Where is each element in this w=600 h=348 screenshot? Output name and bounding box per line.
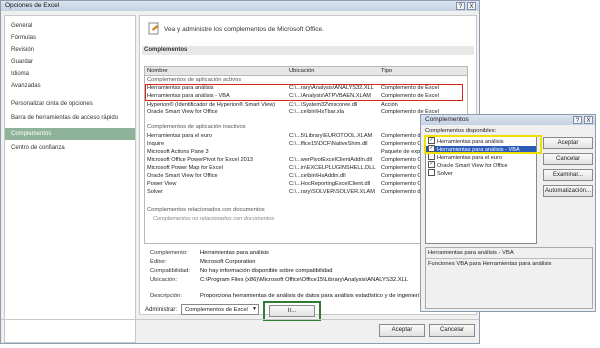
manage-select-value: Complementos de Excel — [185, 307, 248, 313]
table-row[interactable]: Inquire C:\...ffice15\DCF\NativeShim.dll… — [147, 141, 465, 148]
sidebar-item-revision[interactable]: Revisión — [5, 44, 135, 56]
accept-button[interactable]: Aceptar — [379, 324, 425, 337]
checkbox[interactable] — [428, 153, 435, 160]
list-item-label: Herramientas para el euro — [437, 154, 502, 161]
window-title: Opciones de Excel — [5, 2, 60, 9]
row-name: Inquire — [147, 141, 165, 147]
table-row[interactable]: Oracle Smart View for Office C:\...ce\bi… — [147, 173, 465, 180]
detail-label-editor: Editor: — [150, 259, 167, 265]
list-item[interactable]: ✓ Oracle Smart View for Office — [428, 161, 508, 169]
sidebar-item-centro-confianza[interactable]: Centro de confianza — [5, 142, 135, 154]
table-row[interactable]: Solver C:\...rary\SOLVER\SOLVER.XLAM Com… — [147, 189, 465, 196]
excel-options-window: Opciones de Excel ? X General Fórmulas R… — [0, 0, 480, 344]
sidebar-item-avanzadas[interactable]: Avanzadas — [5, 80, 135, 92]
dialog-cancel-button[interactable]: Cancelar — [543, 153, 593, 165]
col-type[interactable]: Tipo — [381, 68, 392, 74]
detail-label-descripcion: Descripción: — [150, 293, 182, 299]
row-name: Power View — [147, 181, 177, 187]
group-inactive: Complementos de aplicación inactivos — [147, 124, 246, 130]
sidebar-item-idioma[interactable]: Idioma — [5, 68, 135, 80]
detail-label-compat: Compatibilidad: — [150, 268, 190, 274]
description-box: Herramientas para análisis - VBA Funcion… — [425, 247, 593, 309]
col-name[interactable]: Nombre — [147, 68, 168, 74]
row-location: C:\...5\Library\EUROTOOL.XLAM — [289, 133, 373, 139]
row-location: C:\...rary\SOLVER\SOLVER.XLAM — [289, 189, 375, 195]
dialog-title: Complementos — [425, 116, 469, 123]
table-row[interactable]: Herramientas para el euro C:\...5\Librar… — [147, 133, 465, 140]
col-location[interactable]: Ubicación — [289, 68, 314, 74]
row-type: Acción — [381, 102, 398, 108]
dialog-accept-button[interactable]: Aceptar — [543, 137, 593, 149]
detail-label-complemento: Complemento: — [150, 250, 188, 256]
detail-label-ubicacion: Ubicación: — [150, 277, 178, 283]
list-item-label: Oracle Smart View for Office — [437, 162, 508, 169]
row-location: C:\...HocReportingExcelClient.dll — [289, 181, 371, 187]
table-row[interactable]: Microsoft Office PowerPivot for Excel 20… — [147, 157, 465, 164]
chevron-down-icon: ▼ — [252, 306, 257, 312]
go-button[interactable]: Ir... — [269, 305, 315, 317]
detail-compat: No hay información disponible sobre comp… — [200, 268, 333, 274]
browse-button[interactable]: Examinar... — [543, 169, 593, 181]
row-name: Herramientas para el euro — [147, 133, 212, 139]
manage-label: Administrar: — [145, 307, 178, 313]
row-location: C:\...ffice15\DCF\NativeShim.dll — [289, 141, 368, 147]
active-highlight-box — [145, 84, 463, 101]
sidebar-item-barra-acceso-rapido[interactable]: Barra de herramientas de acceso rápido — [5, 112, 135, 124]
group-active: Complementos de aplicación activos — [147, 77, 242, 83]
row-name: Oracle Smart View for Office — [147, 109, 218, 115]
row-location: C:\...ce\bin\HsAddin.dll — [289, 173, 346, 179]
close-icon[interactable]: X — [467, 2, 476, 10]
table-row[interactable]: Microsoft Power Map for Excel C:\...in\E… — [147, 165, 465, 172]
help-icon[interactable]: ? — [456, 2, 465, 10]
sidebar-item-general[interactable]: General — [5, 20, 135, 32]
title-bar: Opciones de Excel ? X — [1, 1, 479, 11]
table-header: Nombre Ubicación Tipo — [145, 67, 467, 76]
row-name: Hyperion® (Identificador de Hyperion® Sm… — [147, 102, 276, 108]
description-title: Herramientas para análisis - VBA — [428, 250, 514, 256]
detail-complemento: Herramientas para análisis — [200, 250, 269, 256]
divider — [1, 319, 479, 320]
list-item[interactable]: Herramientas para el euro — [428, 153, 502, 161]
list-item-label: Solver — [437, 170, 453, 177]
addin-icon — [148, 22, 159, 35]
sidebar: General Fórmulas Revisión Guardar Idioma… — [4, 15, 136, 343]
detail-editor: Microsoft Corporation — [200, 259, 256, 265]
sidebar-item-guardar[interactable]: Guardar — [5, 56, 135, 68]
help-icon[interactable]: ? — [573, 116, 582, 124]
sidebar-item-personalizar-cinta[interactable]: Personalizar cinta de opciones — [5, 98, 135, 110]
description-text: Funciones VBA para Herramientas para aná… — [428, 261, 552, 267]
automation-button[interactable]: Automatización... — [543, 185, 593, 197]
cancel-button[interactable]: Cancelar — [429, 324, 475, 337]
checkbox[interactable] — [428, 169, 435, 176]
dialog-highlight-box — [424, 135, 542, 154]
sidebar-item-formulas[interactable]: Fórmulas — [5, 32, 135, 44]
row-name: Microsoft Office PowerPivot for Excel 20… — [147, 157, 253, 163]
divider — [426, 258, 592, 259]
checkbox[interactable]: ✓ — [428, 161, 435, 168]
page-header: Vea y administre los complementos de Mic… — [164, 26, 324, 33]
row-name: Oracle Smart View for Office — [147, 173, 218, 179]
list-item[interactable]: Solver — [428, 169, 453, 177]
manage-select[interactable]: Complementos de Excel ▼ — [181, 304, 259, 315]
table-row[interactable]: Oracle Smart View for Office C:\...ce\bi… — [147, 109, 465, 116]
no-doc-addins: Complementos no relacionados con documen… — [153, 216, 275, 222]
table-row[interactable]: Microsoft Actions Pane 3 Paquete de expa… — [147, 149, 465, 156]
group-documents: Complementos relacionados con documentos — [147, 207, 265, 213]
detail-ubicacion: C:\Program Files (x86)\Microsoft Office\… — [200, 277, 409, 283]
row-name: Microsoft Actions Pane 3 — [147, 149, 209, 155]
row-location: C:\...ce\bin\HsTbar.xla — [289, 109, 345, 115]
table-row[interactable]: Hyperion® (Identificador de Hyperion® Sm… — [147, 102, 465, 109]
dialog-title-bar: Complementos ? X — [421, 115, 595, 125]
addins-dialog: Complementos ? X Complementos disponible… — [420, 114, 596, 312]
row-location: C:\...in\EXCELPLUGINSHELL.DLL — [289, 165, 376, 171]
row-name: Solver — [147, 189, 163, 195]
row-name: Microsoft Power Map for Excel — [147, 165, 223, 171]
available-label: Complementos disponibles: — [425, 128, 497, 134]
row-location: C:\...\System32\mscoree.dll — [289, 102, 358, 108]
row-location: C:\...werPivotExcelClientAddIn.dll — [289, 157, 373, 163]
sidebar-item-complementos[interactable]: Complementos — [5, 128, 135, 140]
section-title: Complementos — [142, 46, 474, 55]
close-icon[interactable]: X — [584, 116, 593, 124]
table-row[interactable]: Power View C:\...HocReportingExcelClient… — [147, 181, 465, 188]
